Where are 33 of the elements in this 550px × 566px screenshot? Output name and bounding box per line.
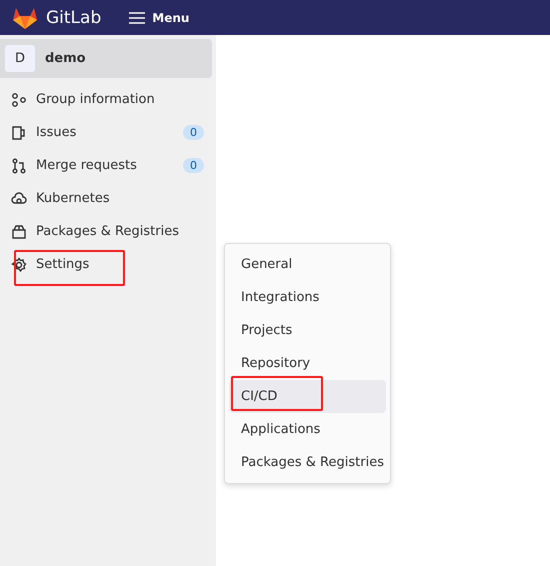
flyout-menu-item[interactable]: Integrations [229,281,386,314]
group-header[interactable]: D demo [0,39,212,78]
group-icon [11,92,27,108]
sidebar-item[interactable]: Kubernetes [0,182,212,215]
sidebar-item[interactable]: Settings [0,248,212,281]
group-name: demo [45,51,86,66]
sidebar-item[interactable]: Group information [0,83,212,116]
cloud-gear-icon [11,190,27,206]
flyout-menu-item[interactable]: Projects [229,314,386,347]
menu-icon [129,12,146,24]
group-avatar: D [5,45,35,72]
sidebar-item[interactable]: Merge requests 0 [0,149,212,182]
item-label: Group information [36,92,155,107]
count-badge: 0 [183,125,204,140]
fox-logo-icon[interactable] [12,6,38,30]
brand-name[interactable]: GitLab [46,8,102,28]
item-label: Settings [36,257,90,272]
item-label: Merge requests [36,158,137,173]
flyout-menu-item[interactable]: General [229,248,386,281]
flyout-menu-item[interactable]: Repository [229,347,386,380]
sidebar-item[interactable]: Issues 0 [0,116,212,149]
item-label: Kubernetes [36,191,110,206]
flyout-menu-item[interactable]: Packages & Registries [229,446,386,479]
item-label: Issues [36,125,76,140]
sidebar-item[interactable]: Packages & Registries [0,215,212,248]
count-badge: 0 [183,158,204,173]
menu-button[interactable]: Menu [123,6,196,28]
flyout-menu-item[interactable]: Applications [229,413,386,446]
merge-request-icon [11,158,27,174]
issues-icon [11,124,27,140]
settings-icon [11,256,27,272]
package-icon [11,224,27,240]
item-label: Packages & Registries [36,224,179,239]
